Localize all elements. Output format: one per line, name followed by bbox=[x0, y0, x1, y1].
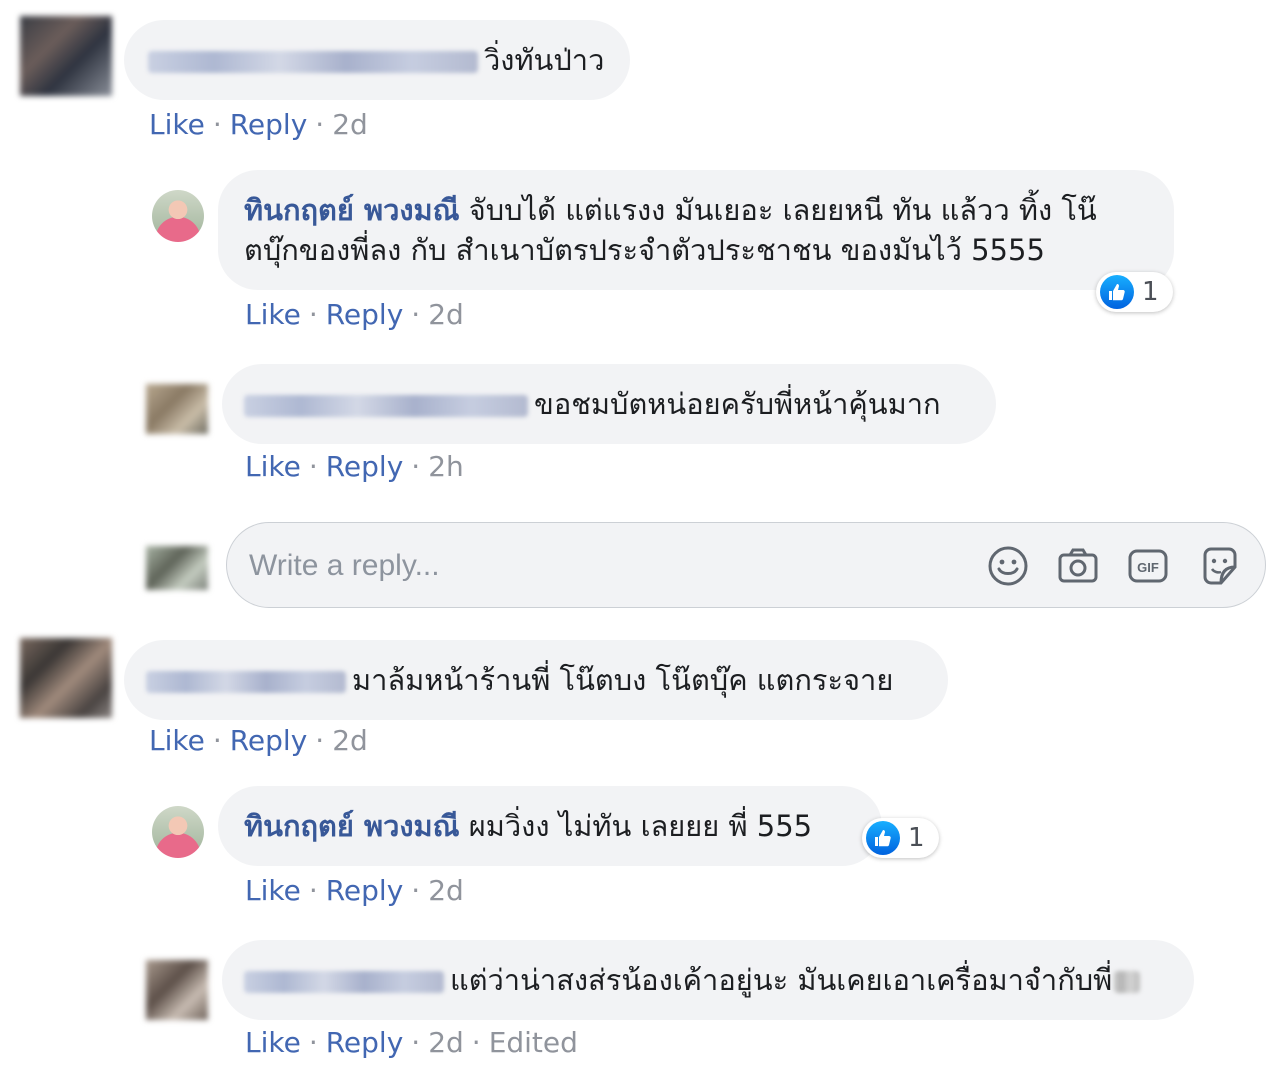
avatar[interactable] bbox=[146, 960, 208, 1020]
gif-icon[interactable]: GIF bbox=[1127, 545, 1169, 587]
timestamp[interactable]: 2d bbox=[428, 1026, 464, 1059]
comment-actions: Like · Reply · 2d bbox=[245, 874, 464, 907]
reply-input[interactable] bbox=[247, 541, 951, 591]
reply-link[interactable]: Reply bbox=[326, 1026, 404, 1059]
avatar[interactable] bbox=[20, 16, 112, 96]
reaction-badge[interactable]: 1 bbox=[862, 818, 939, 858]
camera-icon[interactable] bbox=[1057, 545, 1099, 587]
comment-actions: Like · Reply · 2d bbox=[149, 724, 368, 757]
thumbs-up-icon bbox=[1100, 275, 1134, 309]
comment-text: จับบได้ แต่แรงง มันเยอะ เลยยหนี ทัน แล้ว… bbox=[468, 193, 1097, 227]
reply-box: GIF bbox=[226, 522, 1266, 608]
like-link[interactable]: Like bbox=[245, 874, 301, 907]
avatar[interactable] bbox=[152, 806, 204, 858]
edited-label: Edited bbox=[488, 1026, 578, 1059]
sticker-icon[interactable] bbox=[1199, 545, 1241, 587]
timestamp[interactable]: 2d bbox=[332, 108, 368, 141]
comment-bubble: มาล้มหน้าร้านพี่ โน๊ตบง โน๊ตบุ๊ค แตกระจา… bbox=[124, 640, 948, 720]
like-link[interactable]: Like bbox=[149, 724, 205, 757]
reaction-count: 1 bbox=[908, 823, 925, 853]
timestamp[interactable]: 2d bbox=[428, 298, 464, 331]
thumbs-up-icon bbox=[866, 821, 900, 855]
blurred-commenter-name[interactable] bbox=[146, 671, 346, 693]
comment-text: ขอชมบัตหน่อยครับพี่หน้าคุ้นมาก bbox=[534, 387, 941, 421]
comment-bubble: ทินกฤตย์ พวงมณี จับบได้ แต่แรงง มันเยอะ … bbox=[218, 170, 1174, 290]
reaction-badge[interactable]: 1 bbox=[1096, 272, 1173, 312]
blurred-commenter-name[interactable] bbox=[244, 395, 528, 417]
my-avatar bbox=[146, 546, 208, 590]
reply-link[interactable]: Reply bbox=[326, 874, 404, 907]
reply-link[interactable]: Reply bbox=[326, 450, 404, 483]
like-link[interactable]: Like bbox=[245, 1026, 301, 1059]
like-link[interactable]: Like bbox=[245, 298, 301, 331]
comment-actions: Like · Reply · 2d bbox=[149, 108, 368, 141]
blurred-commenter-name[interactable] bbox=[148, 51, 478, 73]
blurred-text bbox=[1114, 971, 1141, 993]
reply-link[interactable]: Reply bbox=[326, 298, 404, 331]
comment-text-continued: ตบุ๊กของพี่ลง กับ สำเนาบัตรประจำตัวประชา… bbox=[244, 233, 1045, 267]
like-link[interactable]: Like bbox=[149, 108, 205, 141]
comment-bubble: วิ่งทันป่าว bbox=[124, 20, 630, 100]
comment-text: แต่ว่าน่าสงส่รน้องเค้าอยู่นะ มันเคยเอาเค… bbox=[450, 963, 1113, 997]
avatar[interactable] bbox=[20, 638, 112, 718]
blurred-commenter-name[interactable] bbox=[244, 971, 444, 993]
avatar[interactable] bbox=[152, 190, 204, 242]
timestamp[interactable]: 2d bbox=[332, 724, 368, 757]
comment-bubble: ขอชมบัตหน่อยครับพี่หน้าคุ้นมาก bbox=[222, 364, 996, 444]
commenter-name[interactable]: ทินกฤตย์ พวงมณี bbox=[244, 809, 460, 843]
comment-text: มาล้มหน้าร้านพี่ โน๊ตบง โน๊ตบุ๊ค แตกระจา… bbox=[352, 663, 894, 697]
timestamp[interactable]: 2d bbox=[428, 874, 464, 907]
commenter-name[interactable]: ทินกฤตย์ พวงมณี bbox=[244, 193, 460, 227]
timestamp[interactable]: 2h bbox=[428, 450, 464, 483]
svg-text:GIF: GIF bbox=[1137, 560, 1159, 575]
comment-actions: Like · Reply · 2d bbox=[245, 298, 464, 331]
comment-bubble: แต่ว่าน่าสงส่รน้องเค้าอยู่นะ มันเคยเอาเค… bbox=[222, 940, 1194, 1020]
like-link[interactable]: Like bbox=[245, 450, 301, 483]
comment-actions: Like · Reply · 2d · Edited bbox=[245, 1026, 578, 1059]
comment-bubble: ทินกฤตย์ พวงมณี ผมวิ่งง ไม่ทัน เลยยย พี่… bbox=[218, 786, 882, 866]
emoji-icon[interactable] bbox=[987, 545, 1029, 587]
reply-link[interactable]: Reply bbox=[230, 108, 308, 141]
comment-actions: Like · Reply · 2h bbox=[245, 450, 464, 483]
comment-text: ผมวิ่งง ไม่ทัน เลยยย พี่ 555 bbox=[468, 809, 813, 843]
avatar[interactable] bbox=[146, 384, 208, 434]
reaction-count: 1 bbox=[1142, 277, 1159, 307]
comment-text: วิ่งทันป่าว bbox=[484, 43, 605, 77]
reply-link[interactable]: Reply bbox=[230, 724, 308, 757]
